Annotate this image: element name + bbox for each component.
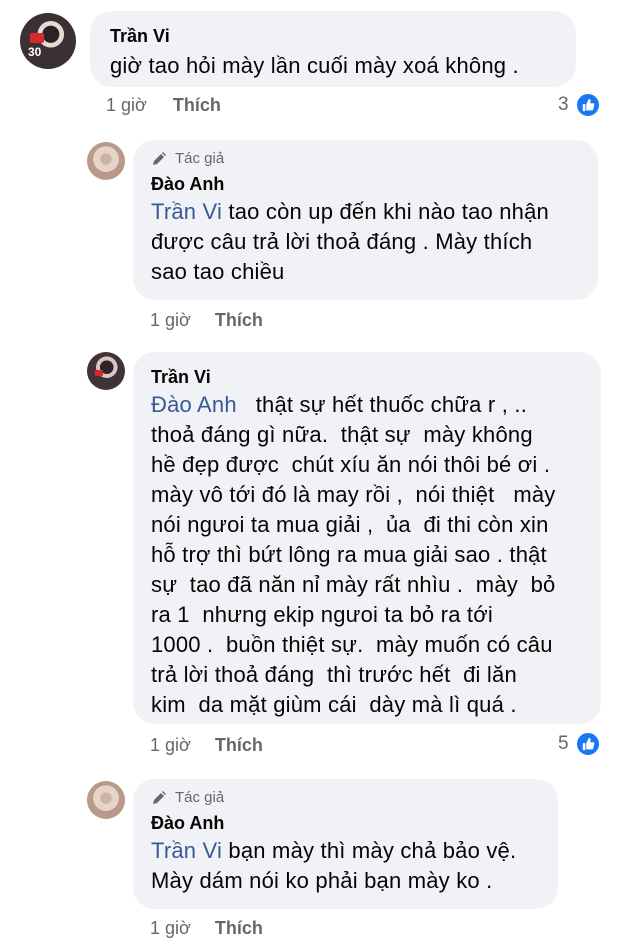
comment-actions-1: 1 giờ Thích	[106, 95, 221, 116]
reaction-count: 3	[558, 94, 569, 115]
comment-author[interactable]: Trần Vi	[110, 25, 560, 47]
comment-bubble-4: Tác giả Đào Anh Trần Vi bạn mày thì mày …	[133, 779, 558, 909]
avatar-badge-text: 30	[28, 45, 42, 59]
avatar-dao-anh[interactable]	[87, 781, 125, 819]
reaction-count: 5	[558, 733, 569, 754]
comment-author[interactable]: Đào Anh	[151, 812, 542, 834]
comment-bubble-2: Tác giả Đào Anh Trần Vi tao còn up đến k…	[133, 140, 598, 300]
mention-link[interactable]: Trần Vi	[151, 838, 222, 863]
comment-text: Trần Vi tao còn up đến khi nào tao nhận …	[151, 197, 582, 287]
comment-body: thật sự hết thuốc chữa r , .. thoả đáng …	[151, 392, 556, 717]
comment-text: giờ tao hỏi mày lần cuối mày xoá không .	[110, 53, 519, 78]
like-button[interactable]: Thích	[215, 735, 263, 756]
author-tag-label: Tác giả	[175, 150, 225, 167]
comment-bubble-1: Trần Vi giờ tao hỏi mày lần cuối mày xoá…	[90, 11, 576, 87]
comment-time[interactable]: 1 giờ	[150, 735, 191, 756]
pencil-icon	[153, 790, 166, 804]
like-button[interactable]: Thích	[215, 310, 263, 331]
comment-author[interactable]: Đào Anh	[151, 173, 582, 195]
comment-time[interactable]: 1 giờ	[106, 95, 147, 116]
avatar-dao-anh[interactable]	[87, 142, 125, 180]
avatar-tran-vi[interactable]: 30	[20, 13, 76, 69]
mention-link[interactable]: Trần Vi	[151, 199, 222, 224]
author-badge: Tác giả	[151, 789, 542, 806]
comment-actions-2: 1 giờ Thích	[150, 310, 263, 331]
comment-time[interactable]: 1 giờ	[150, 918, 191, 939]
reaction-summary-3[interactable]: 5	[558, 731, 601, 757]
author-tag-label: Tác giả	[175, 789, 225, 806]
comment-text: Đào Anh thật sự hết thuốc chữa r , .. th…	[151, 390, 585, 720]
avatar-tran-vi-small[interactable]	[87, 352, 125, 390]
comment-text: Trần Vi bạn mày thì mày chả bảo vệ. Mày …	[151, 836, 542, 896]
like-button[interactable]: Thích	[173, 95, 221, 116]
pencil-icon	[153, 151, 166, 165]
comment-author[interactable]: Trần Vi	[151, 366, 585, 388]
reaction-summary-1[interactable]: 3	[558, 92, 601, 118]
avatar-badge-decoration	[30, 33, 44, 43]
mention-link[interactable]: Đào Anh	[151, 392, 237, 417]
comment-actions-4: 1 giờ Thích	[150, 918, 263, 939]
comment-bubble-3: Trần Vi Đào Anh thật sự hết thuốc chữa r…	[133, 352, 601, 724]
author-badge: Tác giả	[151, 150, 582, 167]
like-button[interactable]: Thích	[215, 918, 263, 939]
thumbs-up-icon	[574, 92, 601, 118]
thumbs-up-icon	[574, 731, 601, 757]
comment-actions-3: 1 giờ Thích	[150, 735, 263, 756]
comment-time[interactable]: 1 giờ	[150, 310, 191, 331]
